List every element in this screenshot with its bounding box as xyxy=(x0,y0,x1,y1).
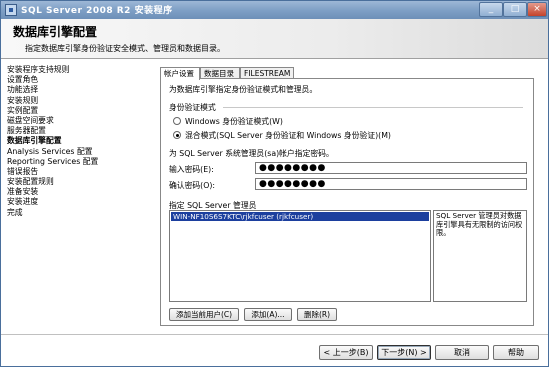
help-button[interactable]: 帮助 xyxy=(493,345,539,360)
maximize-button[interactable]: □ xyxy=(503,2,527,17)
nav-item-setup-role[interactable]: 设置角色 xyxy=(7,75,157,85)
app-icon xyxy=(5,4,17,16)
windows-auth-radio[interactable] xyxy=(173,117,181,125)
remove-button[interactable]: 删除(R) xyxy=(297,308,337,321)
add-button[interactable]: 添加(A)... xyxy=(244,308,292,321)
nav-item-config-rules[interactable]: 安装配置规则 xyxy=(7,177,157,187)
confirm-password-field[interactable]: ●●●●●●●● xyxy=(255,178,527,190)
nav-item-server-config[interactable]: 服务器配置 xyxy=(7,126,157,136)
admins-info-text: SQL Server 管理员对数据库引擎具有无限制的访问权限。 xyxy=(433,210,527,302)
nav-item-ready-to-install[interactable]: 准备安装 xyxy=(7,187,157,197)
cancel-button[interactable]: 取消 xyxy=(435,345,489,360)
auth-mode-group-label: 身份验证模式 xyxy=(169,103,216,112)
page-header: 数据库引擎配置 指定数据库引擎身份验证安全模式、管理员和数据目录。 xyxy=(1,19,548,59)
sa-password-prompt: 为 SQL Server 系统管理员(sa)帐户指定密码。 xyxy=(169,149,334,158)
nav-item-feature-selection[interactable]: 功能选择 xyxy=(7,85,157,95)
nav-item-db-engine-config[interactable]: 数据库引擎配置 xyxy=(7,136,157,146)
nav-item-error-reporting[interactable]: 错误报告 xyxy=(7,167,157,177)
nav-item-progress[interactable]: 安装进度 xyxy=(7,197,157,207)
page-subtitle: 指定数据库引擎身份验证安全模式、管理员和数据目录。 xyxy=(25,44,225,53)
nav-item-complete[interactable]: 完成 xyxy=(7,208,157,218)
list-item[interactable]: WIN-NF10S6S7KTC\rjkfcuser (rjkfcuser) xyxy=(171,212,429,221)
confirm-password-label: 确认密码(O): xyxy=(169,181,216,190)
nav-item-disk-space[interactable]: 磁盘空间要求 xyxy=(7,116,157,126)
windows-auth-label[interactable]: Windows 身份验证模式(W) xyxy=(185,116,283,127)
window-title: SQL Server 2008 R2 安装程序 xyxy=(21,6,173,16)
minimize-button[interactable]: _ xyxy=(479,2,503,17)
nav-item-install-rules[interactable]: 安装规则 xyxy=(7,96,157,106)
nav-item-analysis-services[interactable]: Analysis Services 配置 xyxy=(7,147,157,157)
nav-item-instance-config[interactable]: 实例配置 xyxy=(7,106,157,116)
tab-account-settings[interactable]: 帐户设置 xyxy=(160,67,200,80)
panel-description: 为数据库引擎指定身份验证模式和管理员。 xyxy=(169,85,318,94)
password-label: 输入密码(E): xyxy=(169,165,214,174)
step-navigation: 安装程序支持规则 设置角色 功能选择 安装规则 实例配置 磁盘空间要求 服务器配… xyxy=(7,65,157,218)
group-divider xyxy=(223,107,523,108)
mixed-auth-radio[interactable] xyxy=(173,131,181,139)
admins-list[interactable]: WIN-NF10S6S7KTC\rjkfcuser (rjkfcuser) xyxy=(169,210,431,302)
nav-item-reporting-services[interactable]: Reporting Services 配置 xyxy=(7,157,157,167)
next-button[interactable]: 下一步(N) > xyxy=(377,345,431,360)
title-bar[interactable]: SQL Server 2008 R2 安装程序 _ □ × xyxy=(1,1,548,19)
footer-divider xyxy=(1,334,548,335)
nav-item-support-rules[interactable]: 安装程序支持规则 xyxy=(7,65,157,75)
password-field[interactable]: ●●●●●●●● xyxy=(255,162,527,174)
account-settings-panel: 为数据库引擎指定身份验证模式和管理员。 身份验证模式 Windows 身份验证模… xyxy=(160,78,534,326)
installer-window: SQL Server 2008 R2 安装程序 _ □ × 数据库引擎配置 指定… xyxy=(0,0,549,367)
add-current-user-button[interactable]: 添加当前用户(C) xyxy=(169,308,239,321)
mixed-auth-label[interactable]: 混合模式(SQL Server 身份验证和 Windows 身份验证)(M) xyxy=(185,130,391,141)
page-title: 数据库引擎配置 xyxy=(13,25,98,39)
back-button[interactable]: < 上一步(B) xyxy=(319,345,373,360)
close-button[interactable]: × xyxy=(527,2,547,17)
